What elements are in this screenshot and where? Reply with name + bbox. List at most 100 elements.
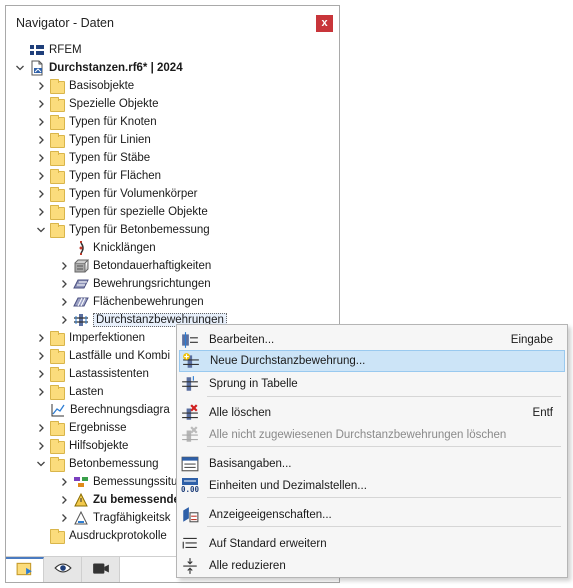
close-button[interactable]: x bbox=[316, 15, 333, 32]
chevron-right-icon[interactable] bbox=[58, 311, 70, 329]
new-punching-icon bbox=[182, 352, 200, 370]
tree-item-label: Typen für Betonbemessung bbox=[69, 224, 210, 236]
chevron-right-icon[interactable] bbox=[35, 437, 47, 455]
tree-item[interactable]: Zu bemessende bbox=[58, 491, 180, 509]
context-menu-item[interactable]: Auf Standard erweitern bbox=[179, 533, 565, 555]
tree-item[interactable]: Lasten bbox=[35, 383, 104, 401]
tree-item-label: Lasten bbox=[69, 386, 104, 398]
tree-item[interactable]: Typen für Knoten bbox=[35, 113, 157, 131]
design-situation-icon bbox=[73, 474, 89, 490]
context-menu-item[interactable]: Neue Durchstanzbewehrung... bbox=[179, 350, 565, 372]
chevron-right-icon[interactable] bbox=[35, 167, 47, 185]
chevron-right-icon[interactable] bbox=[35, 383, 47, 401]
tree-item-label: Bemessungssitu bbox=[93, 476, 178, 488]
navigator-title: Navigator - Daten bbox=[16, 16, 114, 30]
chevron-right-icon[interactable] bbox=[35, 131, 47, 149]
chevron-right-icon[interactable] bbox=[35, 185, 47, 203]
durability-icon bbox=[73, 258, 90, 274]
chevron-right-icon[interactable] bbox=[58, 509, 70, 527]
tree-item-label: Lastassistenten bbox=[69, 368, 149, 380]
tree-item[interactable]: Typen für Betonbemessung bbox=[35, 221, 210, 239]
tree-item[interactable]: Bewehrungsrichtungen bbox=[58, 275, 211, 293]
base-data-icon bbox=[181, 455, 199, 473]
ultimate-limit-icon bbox=[73, 510, 89, 526]
views-tab[interactable] bbox=[82, 557, 120, 582]
context-menu-item[interactable]: Alle löschen Entf bbox=[179, 402, 565, 424]
chevron-right-icon[interactable] bbox=[35, 113, 47, 131]
tree-item[interactable]: Betonbemessung bbox=[35, 455, 159, 473]
folder-icon bbox=[50, 186, 65, 202]
data-tab[interactable] bbox=[6, 557, 44, 582]
buckling-icon bbox=[73, 240, 89, 256]
delete-unassigned-icon bbox=[181, 426, 199, 444]
chevron-right-icon[interactable] bbox=[35, 329, 47, 347]
folder-icon bbox=[50, 528, 65, 544]
tree-item[interactable]: Durchstanzen.rf6* | 2024 bbox=[14, 59, 183, 77]
tree-item[interactable]: Typen für spezielle Objekte bbox=[35, 203, 208, 221]
tree-item-label: Spezielle Objekte bbox=[69, 98, 159, 110]
tree-item[interactable]: Ergebnisse bbox=[35, 419, 127, 437]
folder-icon bbox=[50, 114, 65, 130]
chevron-down-icon[interactable] bbox=[35, 455, 47, 473]
tree-item[interactable]: Bemessungssitu bbox=[58, 473, 177, 491]
folder-icon bbox=[50, 168, 65, 184]
context-menu-item[interactable]: Anzeigeeigenschaften... bbox=[179, 504, 565, 526]
tree-item[interactable]: Hilfsobjekte bbox=[35, 437, 128, 455]
tree-item[interactable]: Betondauerhaftigkeiten bbox=[58, 257, 211, 275]
chevron-right-icon[interactable] bbox=[35, 203, 47, 221]
chevron-right-icon[interactable] bbox=[35, 95, 47, 113]
caret-spacer bbox=[14, 41, 26, 59]
tree-item-label: Betonbemessung bbox=[69, 458, 159, 470]
tree-item-label: Zu bemessende bbox=[93, 494, 180, 506]
context-menu-item[interactable]: Bearbeiten... Eingabe bbox=[179, 329, 565, 351]
chevron-right-icon[interactable] bbox=[35, 365, 47, 383]
tree-item[interactable]: Basisobjekte bbox=[35, 77, 134, 95]
tree-item-label: Typen für spezielle Objekte bbox=[69, 206, 208, 218]
chevron-right-icon[interactable] bbox=[35, 419, 47, 437]
chevron-right-icon[interactable] bbox=[58, 257, 70, 275]
tree-item-label: Ergebnisse bbox=[69, 422, 127, 434]
tree-item[interactable]: Tragfähigkeitsk bbox=[58, 509, 171, 527]
context-menu-item[interactable]: Sprung in Tabelle bbox=[179, 373, 565, 395]
chevron-right-icon[interactable] bbox=[58, 473, 70, 491]
tree-item[interactable]: RFEM bbox=[14, 41, 82, 59]
tree-item-label: Basisobjekte bbox=[69, 80, 135, 92]
context-menu-item[interactable]: Alle reduzieren bbox=[179, 555, 565, 577]
chevron-down-icon[interactable] bbox=[14, 59, 26, 77]
tree-item[interactable]: Typen für Volumenkörper bbox=[35, 185, 198, 203]
tree-item[interactable]: Berechnungsdiagra bbox=[35, 401, 170, 419]
chevron-right-icon[interactable] bbox=[58, 491, 70, 509]
tree-item-label: Flächenbewehrungen bbox=[93, 296, 204, 308]
context-menu-item-label: Alle löschen bbox=[209, 407, 272, 419]
tree-item-label: Typen für Flächen bbox=[69, 170, 162, 182]
context-menu-item[interactable]: Basisangaben... bbox=[179, 453, 565, 475]
folder-icon bbox=[50, 204, 65, 220]
chevron-right-icon[interactable] bbox=[58, 293, 70, 311]
tree-item[interactable]: Ausdruckprotokolle bbox=[35, 527, 167, 545]
context-menu-item-label: Alle nicht zugewiesenen Durchstanzbewehr… bbox=[209, 429, 507, 441]
model-file-icon bbox=[29, 60, 45, 76]
tree-item[interactable]: Typen für Stäbe bbox=[35, 149, 150, 167]
menu-separator bbox=[207, 497, 561, 498]
tree-item[interactable]: Imperfektionen bbox=[35, 329, 145, 347]
chevron-right-icon[interactable] bbox=[35, 347, 47, 365]
tree-item[interactable]: Lastassistenten bbox=[35, 365, 149, 383]
chevron-right-icon[interactable] bbox=[35, 77, 47, 95]
surface-reinforcement-icon bbox=[73, 294, 89, 310]
tree-item[interactable]: Spezielle Objekte bbox=[35, 95, 159, 113]
tree-item[interactable]: Flächenbewehrungen bbox=[58, 293, 204, 311]
menu-separator bbox=[207, 446, 561, 447]
chevron-right-icon[interactable] bbox=[35, 149, 47, 167]
context-menu-item[interactable]: 0.00 Einheiten und Dezimalstellen... bbox=[179, 475, 565, 497]
context-menu-item-label: Bearbeiten... bbox=[209, 334, 275, 346]
tree-item[interactable]: Knicklängen bbox=[58, 239, 156, 257]
tree-item[interactable]: Typen für Linien bbox=[35, 131, 151, 149]
chevron-down-icon[interactable] bbox=[35, 221, 47, 239]
delete-all-icon bbox=[181, 404, 199, 422]
display-tab[interactable] bbox=[44, 557, 82, 582]
chevron-right-icon[interactable] bbox=[58, 275, 70, 293]
tree-item-label: Typen für Knoten bbox=[69, 116, 157, 128]
tree-item-label: Hilfsobjekte bbox=[69, 440, 129, 452]
tree-item[interactable]: Typen für Flächen bbox=[35, 167, 161, 185]
tree-item[interactable]: Lastfälle und Kombi bbox=[35, 347, 170, 365]
